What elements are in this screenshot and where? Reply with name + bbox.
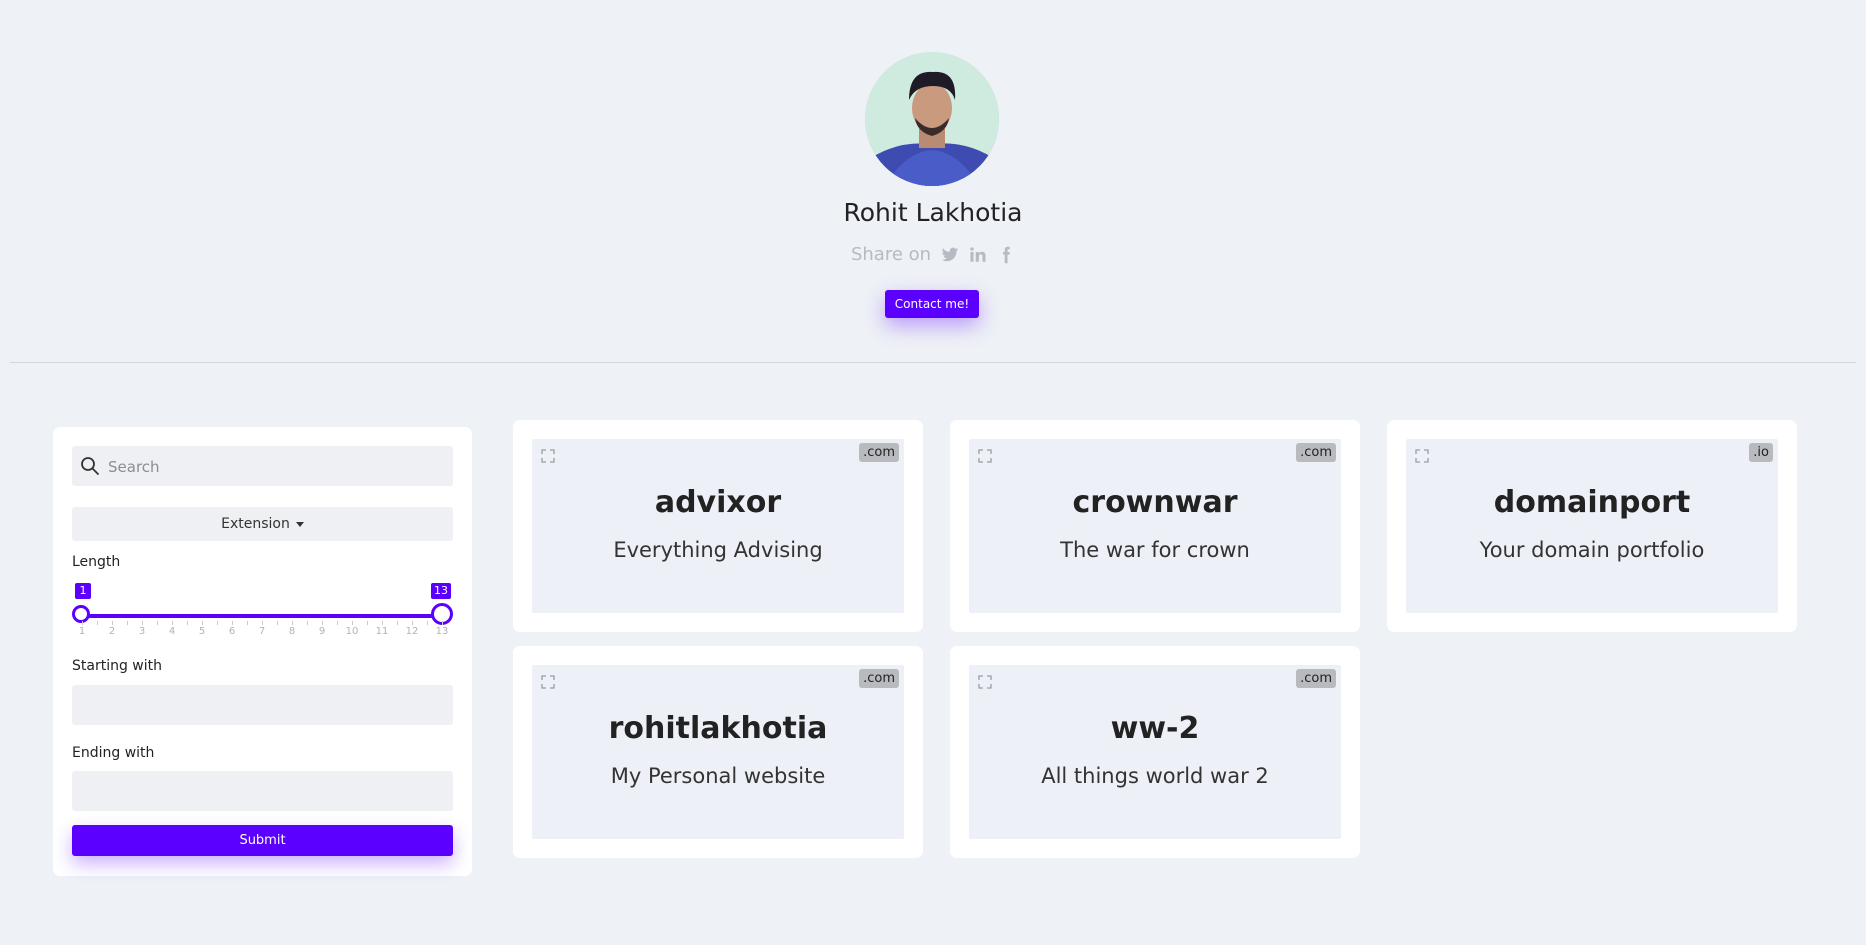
slider-tick — [292, 621, 293, 625]
domain-card[interactable]: .com ww-2 All things world war 2 — [950, 646, 1360, 858]
domain-tagline: Everything Advising — [613, 538, 823, 562]
contact-button[interactable]: Contact me! — [885, 290, 979, 318]
extension-dropdown[interactable]: Extension — [72, 507, 453, 541]
search-input[interactable] — [106, 446, 450, 488]
expand-icon[interactable] — [1415, 448, 1429, 463]
domain-tagline: The war for crown — [1060, 538, 1250, 562]
ending-with-input[interactable] — [72, 771, 453, 811]
domain-name: ww-2 — [1110, 711, 1200, 746]
linkedin-icon[interactable] — [969, 246, 987, 264]
expand-icon[interactable] — [541, 674, 555, 689]
domain-name: advixor — [654, 485, 782, 520]
slider-tick — [247, 621, 248, 625]
search-box — [72, 446, 453, 488]
slider-tick — [232, 621, 233, 625]
slider-tick — [397, 621, 398, 625]
slider-tick — [172, 621, 173, 625]
caret-down-icon — [295, 521, 304, 527]
domain-tagline: All things world war 2 — [1041, 764, 1269, 788]
slider-tick — [217, 621, 218, 625]
slider-tick-label: 2 — [108, 626, 116, 637]
domain-card[interactable]: .com rohitlakhotia My Personal website — [513, 646, 923, 858]
domain-name: rohitlakhotia — [608, 711, 828, 746]
expand-icon[interactable] — [978, 674, 992, 689]
domain-card[interactable]: .com advixor Everything Advising — [513, 420, 923, 632]
slider-tick-label: 5 — [198, 626, 206, 637]
length-min-tooltip: 1 — [75, 583, 91, 599]
extension-badge: .com — [859, 443, 899, 462]
slider-tick — [262, 621, 263, 625]
filter-panel: Extension Length 1 13 12345678910111213 … — [53, 427, 472, 876]
slider-tick — [112, 621, 113, 625]
slider-tick-label: 13 — [435, 626, 449, 637]
share-row: Share on — [0, 244, 1866, 265]
slider-tick — [82, 621, 83, 625]
domain-card-body: .com crownwar The war for crown — [969, 439, 1341, 613]
slider-track[interactable] — [82, 614, 442, 618]
slider-tick — [442, 621, 443, 625]
slider-tick — [307, 621, 308, 625]
slider-tick-label: 11 — [375, 626, 389, 637]
extension-label: Extension — [221, 516, 290, 532]
domain-card-body: .io domainport Your domain portfolio — [1406, 439, 1778, 613]
domain-card-body: .com rohitlakhotia My Personal website — [532, 665, 904, 839]
starting-with-input[interactable] — [72, 685, 453, 725]
starting-with-label: Starting with — [72, 658, 163, 674]
expand-icon[interactable] — [978, 448, 992, 463]
slider-tick — [412, 621, 413, 625]
facebook-icon[interactable] — [997, 246, 1015, 264]
slider-tick-label: 9 — [318, 626, 326, 637]
expand-icon[interactable] — [541, 448, 555, 463]
slider-tick — [202, 621, 203, 625]
slider-tick — [352, 621, 353, 625]
slider-tick-label: 12 — [405, 626, 419, 637]
twitter-icon[interactable] — [941, 246, 959, 264]
length-slider[interactable]: 1 13 1 2 3 4 5 6 7 8 9 10 11 12 13 — [72, 579, 453, 639]
profile-avatar — [865, 52, 999, 186]
slider-tick — [337, 621, 338, 625]
header-divider — [10, 362, 1856, 363]
profile-name: Rohit Lakhotia — [843, 198, 1023, 227]
slider-tick-label: 6 — [228, 626, 236, 637]
slider-tick — [142, 621, 143, 625]
domain-card-body: .com advixor Everything Advising — [532, 439, 904, 613]
slider-ticks: 1 2 3 4 5 6 7 8 9 10 11 12 13 — [78, 621, 448, 637]
domain-tagline: My Personal website — [610, 764, 826, 788]
slider-tick-label: 7 — [258, 626, 266, 637]
domain-card-body: .com ww-2 All things world war 2 — [969, 665, 1341, 839]
ending-with-label: Ending with — [72, 745, 155, 761]
length-label: Length — [72, 554, 121, 570]
share-label: Share on — [850, 244, 932, 265]
slider-tick — [322, 621, 323, 625]
slider-tick — [97, 621, 98, 625]
slider-tick — [277, 621, 278, 625]
slider-tick — [187, 621, 188, 625]
domain-card[interactable]: .io domainport Your domain portfolio — [1387, 420, 1797, 632]
domain-name: domainport — [1493, 485, 1691, 520]
slider-tick-label: 8 — [288, 626, 296, 637]
slider-tick-label: 4 — [168, 626, 176, 637]
slider-tick — [382, 621, 383, 625]
slider-tick — [157, 621, 158, 625]
extension-badge: .com — [1296, 669, 1336, 688]
extension-badge: .com — [859, 669, 899, 688]
extension-badge: .com — [1296, 443, 1336, 462]
submit-button[interactable]: Submit — [72, 825, 453, 856]
domain-name: crownwar — [1072, 485, 1238, 520]
length-max-tooltip: 13 — [431, 583, 451, 599]
slider-tick-label: 1 — [78, 626, 86, 637]
search-icon — [80, 456, 100, 480]
extension-badge: .io — [1749, 443, 1773, 462]
slider-tick — [127, 621, 128, 625]
slider-tick — [427, 621, 428, 625]
domain-tagline: Your domain portfolio — [1479, 538, 1705, 562]
slider-tick-label: 10 — [345, 626, 359, 637]
slider-tick-label: 3 — [138, 626, 146, 637]
slider-tick — [367, 621, 368, 625]
domain-card[interactable]: .com crownwar The war for crown — [950, 420, 1360, 632]
